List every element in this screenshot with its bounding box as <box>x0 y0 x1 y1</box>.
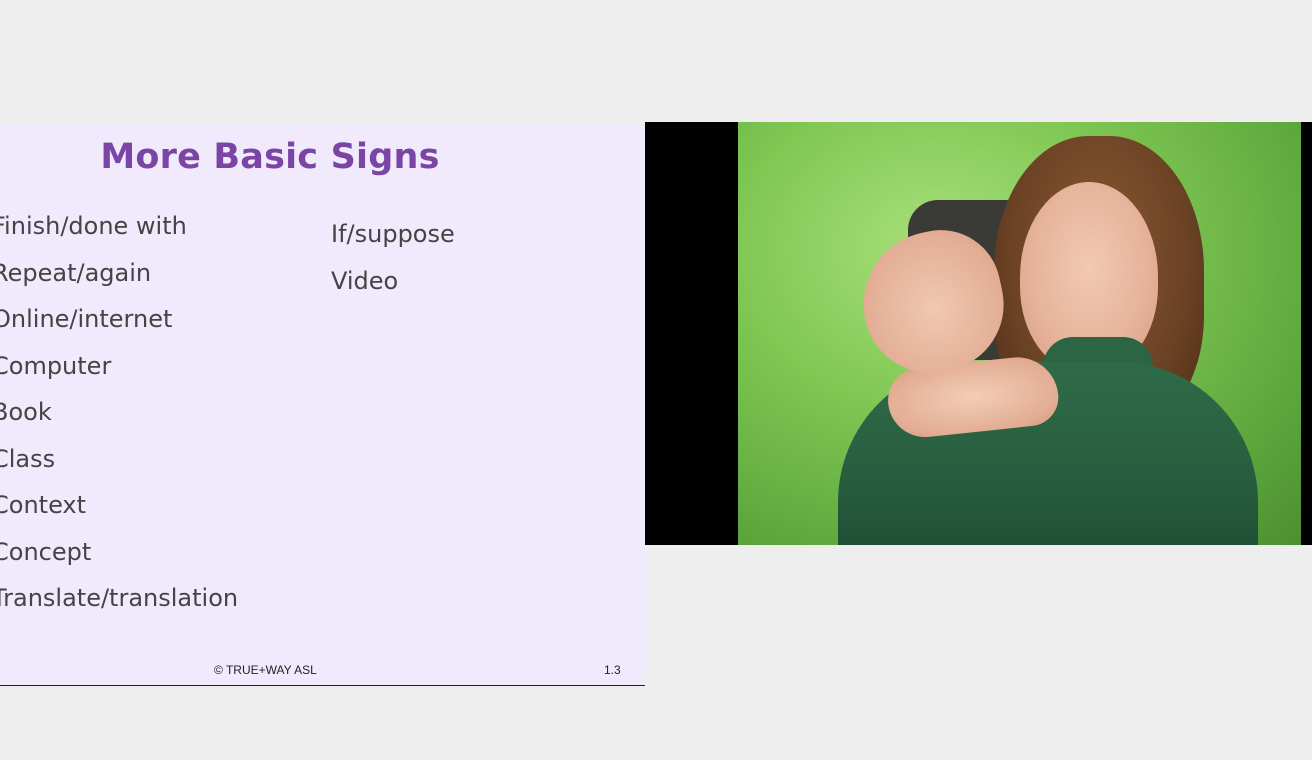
list-item: Online/internet <box>0 305 173 333</box>
list-item: Computer <box>0 351 112 380</box>
sign-list-left: Finish/done with Repeat/again Online/int… <box>0 207 238 626</box>
list-item: Class <box>0 444 56 473</box>
list-item: Concept <box>0 537 92 566</box>
screen-stage: More Basic Signs Finish/done with Repeat… <box>0 0 1312 760</box>
slide-title: More Basic Signs <box>100 137 440 177</box>
list-item: Video <box>331 266 399 295</box>
list-item: Book <box>0 398 52 426</box>
list-item: Context <box>0 491 87 519</box>
video-panel[interactable] <box>645 122 1312 545</box>
presentation-slide: More Basic Signs Finish/done with Repeat… <box>0 123 645 686</box>
slide-number: 1.3 <box>604 663 621 677</box>
slide-copyright: © TRUE+WAY ASL <box>214 663 317 677</box>
sign-list-right: If/suppose Video <box>331 215 455 308</box>
list-item: Translate/translation <box>0 584 239 612</box>
list-item: If/suppose <box>331 220 455 248</box>
list-item: Repeat/again <box>0 258 152 287</box>
video-feed[interactable] <box>738 122 1301 545</box>
list-item: Finish/done with <box>0 212 187 240</box>
